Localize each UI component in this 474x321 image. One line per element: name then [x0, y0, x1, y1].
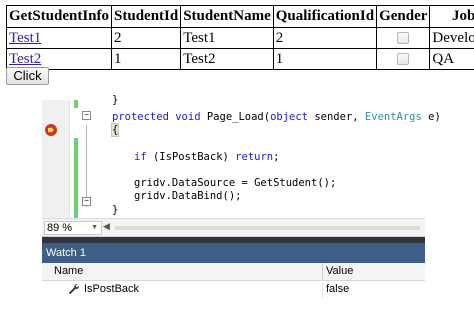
change-indicator [74, 100, 78, 108]
method-name: Page_Load( [200, 111, 271, 123]
code-text: (IsPostBack) [146, 151, 236, 163]
code-line-open-brace: { [110, 123, 120, 137]
cell-studentid: 2 [111, 27, 182, 49]
code-text: ; [273, 151, 280, 163]
param-text: e) [421, 111, 441, 123]
keyword: if [134, 151, 147, 163]
cell-gender [376, 48, 431, 70]
cell-studentid: 1 [111, 48, 182, 70]
keyword: return [235, 151, 274, 163]
collapse-icon[interactable]: − [82, 197, 91, 206]
keyword: void [175, 111, 201, 123]
zoom-dropdown[interactable]: 89 % ▼ [44, 221, 102, 235]
code-line-if: if (IsPostBack) return; [134, 151, 279, 163]
gender-checkbox[interactable] [397, 53, 410, 66]
watch-row[interactable]: IsPostBack false [42, 280, 425, 298]
watch-window: Watch 1 Name Value IsPostBack false [42, 243, 425, 304]
column-separator[interactable] [322, 263, 323, 280]
student-link[interactable]: Test2 [9, 51, 41, 67]
scroll-left-icon[interactable]: ◀ [103, 221, 110, 232]
glyph-margin[interactable] [42, 100, 70, 218]
watch-column-headers: Name Value [42, 263, 425, 281]
zoom-value: 89 % [47, 222, 73, 234]
chevron-down-icon: ▼ [91, 224, 98, 231]
keyword: object [270, 111, 309, 123]
table-row: Test1 2 Test1 2 Developer [5, 27, 474, 49]
cell-qualificationid: 1 [272, 48, 378, 70]
code-line-datasource: gridv.DataSource = GetStudent(); [134, 177, 337, 189]
header-getstudentinfo: GetStudentInfo [5, 5, 113, 28]
student-grid: GetStudentInfo StudentId StudentName Qua… [5, 5, 474, 70]
grid-header-row: GetStudentInfo StudentId StudentName Qua… [5, 5, 474, 28]
cell-studentname: Test1 [180, 27, 274, 49]
gender-checkbox[interactable] [397, 32, 410, 45]
watch-item-name: IsPostBack [84, 283, 140, 295]
cell-getstudentinfo: Test1 [5, 27, 113, 49]
cell-gender [376, 27, 431, 49]
brace-highlight: { [110, 123, 120, 137]
param-text: sender, [308, 111, 365, 123]
column-name-header[interactable]: Name [54, 265, 83, 277]
column-value-header[interactable]: Value [326, 265, 353, 277]
breakpoint-arrow-icon[interactable] [45, 124, 57, 136]
code-line-close-brace: } [112, 204, 119, 216]
keyword: protected [112, 111, 169, 123]
header-studentname: StudentName [180, 5, 274, 28]
type-name: EventArgs [364, 111, 422, 123]
cell-qualificationid: 2 [272, 27, 378, 49]
editor-status-bar: 89 % ▼ ◀ [42, 218, 425, 237]
table-row: Test2 1 Test2 1 QA [5, 48, 474, 70]
cell-job: Developer [429, 27, 474, 49]
code-line-signature: protected void Page_Load(object sender, … [112, 111, 441, 123]
cell-job: QA [429, 48, 474, 70]
wrench-icon [69, 284, 80, 294]
code-line-partial: } [112, 94, 119, 106]
change-indicator [74, 138, 78, 218]
cell-studentname: Test2 [180, 48, 274, 70]
watch-title[interactable]: Watch 1 [42, 243, 425, 263]
header-studentid: StudentId [111, 5, 182, 28]
column-separator [322, 280, 323, 298]
code-line-databind: gridv.DataBind(); [134, 190, 242, 202]
collapse-icon[interactable]: − [82, 111, 91, 120]
header-qualificationid: QualificationId [272, 5, 378, 28]
outline-guide [86, 125, 87, 207]
header-job: Job [429, 5, 474, 28]
click-button[interactable]: Click [6, 67, 49, 85]
horizontal-scrollbar[interactable] [115, 226, 420, 230]
watch-item-value[interactable]: false [326, 283, 349, 295]
student-link[interactable]: Test1 [9, 30, 41, 46]
header-gender: Gender [376, 5, 431, 28]
